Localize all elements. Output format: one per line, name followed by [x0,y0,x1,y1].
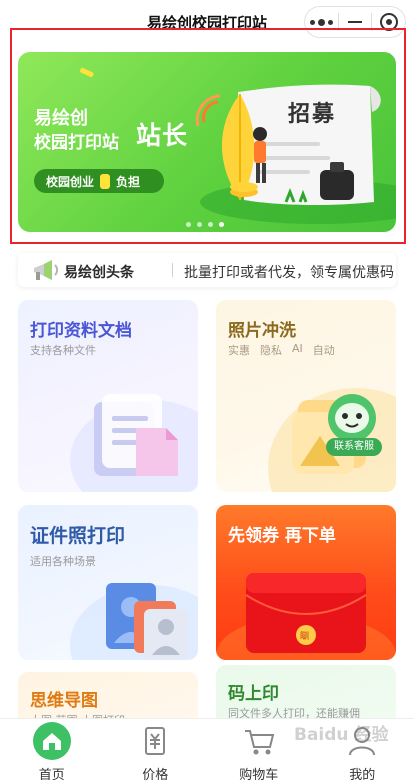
banner-role-text: 站长 [136,121,189,150]
card-title: 思维导图 [30,691,98,711]
banner-pill-right: 负担 [116,174,141,189]
news-text: 批量打印或者代发，领专属优惠码 [184,265,394,281]
banner-carousel[interactable]: 易绘创 校园打印站 站长 校园创业 负担 招募 [18,52,396,232]
banner-brand-line1: 易绘创 [34,108,88,129]
coupon-card[interactable]: 先领券 再下单 瞓 [216,505,396,660]
tab-label: 购物车 [239,768,279,780]
tab-home[interactable]: 首页 [0,719,104,780]
news-ticker[interactable]: 易绘创头条 批量打印或者代发，领专属优惠码 [18,253,396,287]
coin-label: 瞓 [300,632,310,642]
id-photo-icon [70,583,198,660]
tab-label: 我的 [349,768,376,780]
tab-label: 首页 [38,768,65,780]
banner-pill-left: 校园创业 [46,174,95,189]
banner-brand-line2: 校园打印站 [34,133,119,153]
tab-label: 价格 [142,768,169,780]
contact-service-label: 联系客服 [334,441,374,452]
carousel-dot[interactable] [208,222,213,227]
carousel-dot[interactable] [197,222,202,227]
tab-price[interactable]: 价格 [104,719,208,780]
carousel-dot-active[interactable] [219,222,224,227]
news-divider [172,263,173,277]
news-title: 易绘创头条 [64,265,134,281]
zero-badge-icon [100,173,111,189]
minimize-icon [348,21,362,23]
price-tag-icon [145,727,166,755]
id-photo-card[interactable]: 证件照打印 适用各种场景 [18,505,198,660]
banner-pill: 校园创业 负担 [34,169,164,193]
photo-print-card[interactable]: 照片冲洗 实惠 隐私 AI 自动 联系客服 [216,300,396,492]
cart-icon [244,730,275,755]
documents-icon [70,394,198,492]
more-dots-icon [309,18,333,26]
megaphone-icon [34,260,59,280]
contact-service-button[interactable]: 联系客服 [326,438,382,456]
carousel-dot[interactable] [186,222,191,227]
print-docs-card[interactable]: 打印资料文档 支持各种文件 [18,300,198,492]
home-icon [32,722,71,760]
watermark: Baidu 经验 [294,725,389,745]
carousel-indicator [186,222,224,227]
card-title: 码上印 [228,684,279,704]
banner-recruit-text: 招募 [288,102,337,127]
